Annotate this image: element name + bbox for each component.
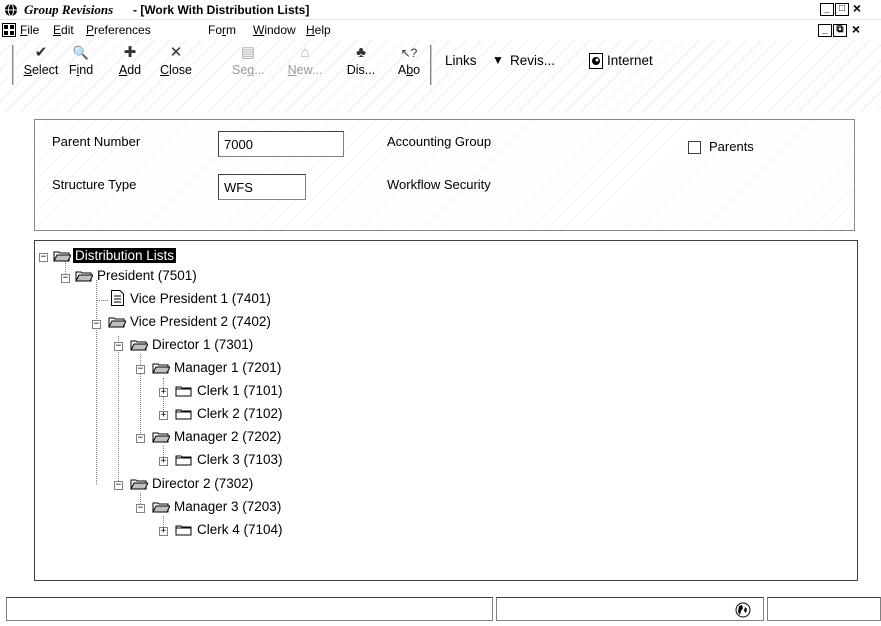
menu-edit[interactable]: Edit <box>53 23 74 37</box>
display-icon: ♣ <box>356 44 366 61</box>
toolbar-separator <box>12 45 15 85</box>
expand-toggle[interactable]: + <box>159 527 168 536</box>
check-icon: ✔ <box>34 44 48 61</box>
expand-toggle[interactable]: + <box>159 457 168 466</box>
doc-restore-button[interactable]: ⧉ <box>833 24 847 37</box>
internet-icon[interactable] <box>589 53 603 69</box>
menu-bar: File Edit Preferences Form Window Help _… <box>0 20 881 40</box>
status-cell-extra <box>767 597 881 621</box>
find-button[interactable]: 🔍 Find <box>64 44 98 80</box>
find-icon: 🔍 <box>72 45 90 60</box>
links-dropdown-arrow-icon[interactable]: ▼ <box>492 53 504 67</box>
title-bar: Group Revisions - [Work With Distributio… <box>0 0 881 20</box>
collapse-toggle[interactable]: − <box>136 434 145 443</box>
folder-open-icon <box>75 271 93 282</box>
sequence-button[interactable]: ▤ Seq... <box>232 44 265 80</box>
new-button[interactable]: ⌂ New... <box>285 44 325 80</box>
new-icon: ⌂ <box>300 44 310 61</box>
select-button[interactable]: ✔ Select <box>20 44 62 80</box>
collapse-toggle[interactable]: − <box>114 342 123 351</box>
revisions-menu[interactable]: Revis... <box>510 53 555 68</box>
collapse-toggle[interactable]: − <box>136 504 145 513</box>
structure-type-description: Workflow Security <box>387 177 491 192</box>
document-control-icon[interactable] <box>2 23 16 37</box>
structure-type-input[interactable] <box>218 174 306 200</box>
menu-window[interactable]: Window <box>253 23 296 37</box>
folder-open-icon <box>53 251 71 262</box>
collapse-toggle[interactable]: − <box>92 320 101 329</box>
close-icon: ✕ <box>169 44 183 61</box>
expand-toggle[interactable]: + <box>159 411 168 420</box>
parents-checkbox[interactable] <box>688 141 701 154</box>
expand-toggle[interactable]: + <box>159 388 168 397</box>
links-menu[interactable]: Links <box>445 53 477 68</box>
doc-minimize-button[interactable]: _ <box>818 24 832 37</box>
folder-open-icon <box>130 479 148 490</box>
folder-closed-icon <box>175 386 192 397</box>
header-form: Parent Number Accounting Group Parents S… <box>34 119 855 231</box>
globe-icon <box>735 602 751 618</box>
about-icon: ↖? <box>400 46 418 60</box>
add-icon: ✚ <box>123 44 137 61</box>
display-button[interactable]: ♣ Dis... <box>344 44 378 80</box>
tree-connector <box>118 336 119 485</box>
about-button[interactable]: ↖? Abo <box>394 44 424 80</box>
menu-file[interactable]: File <box>20 23 39 37</box>
folder-closed-icon <box>175 409 192 420</box>
collapse-toggle[interactable]: − <box>136 365 145 374</box>
tree-connector <box>96 300 108 301</box>
folder-open-icon <box>130 340 148 351</box>
status-cell-info <box>496 597 764 621</box>
parent-number-input[interactable] <box>218 131 344 157</box>
sequence-icon: ▤ <box>240 44 256 61</box>
menu-help[interactable]: Help <box>306 23 331 37</box>
close-button[interactable]: ✕ Close <box>155 44 197 80</box>
doc-close-button[interactable]: × <box>849 22 863 37</box>
app-name: Group Revisions <box>24 2 114 17</box>
collapse-toggle[interactable]: − <box>39 253 48 262</box>
status-cell-message <box>6 597 493 621</box>
parent-number-description: Accounting Group <box>387 134 492 149</box>
collapse-toggle[interactable]: − <box>114 481 123 490</box>
internet-link[interactable]: Internet <box>607 53 653 68</box>
minimize-button[interactable]: _ <box>820 3 834 16</box>
close-window-button[interactable]: × <box>850 1 864 16</box>
folder-open-icon <box>108 317 126 328</box>
collapse-toggle[interactable]: − <box>61 274 70 283</box>
maximize-button[interactable]: □ <box>835 3 849 16</box>
folder-closed-icon <box>175 525 192 536</box>
status-bar <box>0 597 881 626</box>
menu-form[interactable]: Form <box>208 23 236 37</box>
toolbar-separator <box>430 45 433 85</box>
structure-type-label: Structure Type <box>52 177 137 192</box>
folder-open-icon <box>152 502 170 513</box>
distribution-tree: − Distribution Lists − President (7501) … <box>34 240 858 581</box>
toolbar: ✔ Select 🔍 Find ✚ Add ✕ Close ▤ Seq... ⌂… <box>0 40 881 112</box>
tree-connector <box>96 280 97 485</box>
parents-label: Parents <box>709 139 754 154</box>
menu-preferences[interactable]: Preferences <box>86 23 151 37</box>
window-title: - [Work With Distribution Lists] <box>133 3 310 17</box>
folder-open-icon <box>152 432 170 443</box>
folder-open-icon <box>152 363 170 374</box>
document-icon <box>111 290 124 306</box>
add-button[interactable]: ✚ Add <box>115 44 145 80</box>
folder-closed-icon <box>175 455 192 466</box>
app-globe-icon <box>5 3 17 17</box>
parent-number-label: Parent Number <box>52 134 141 149</box>
